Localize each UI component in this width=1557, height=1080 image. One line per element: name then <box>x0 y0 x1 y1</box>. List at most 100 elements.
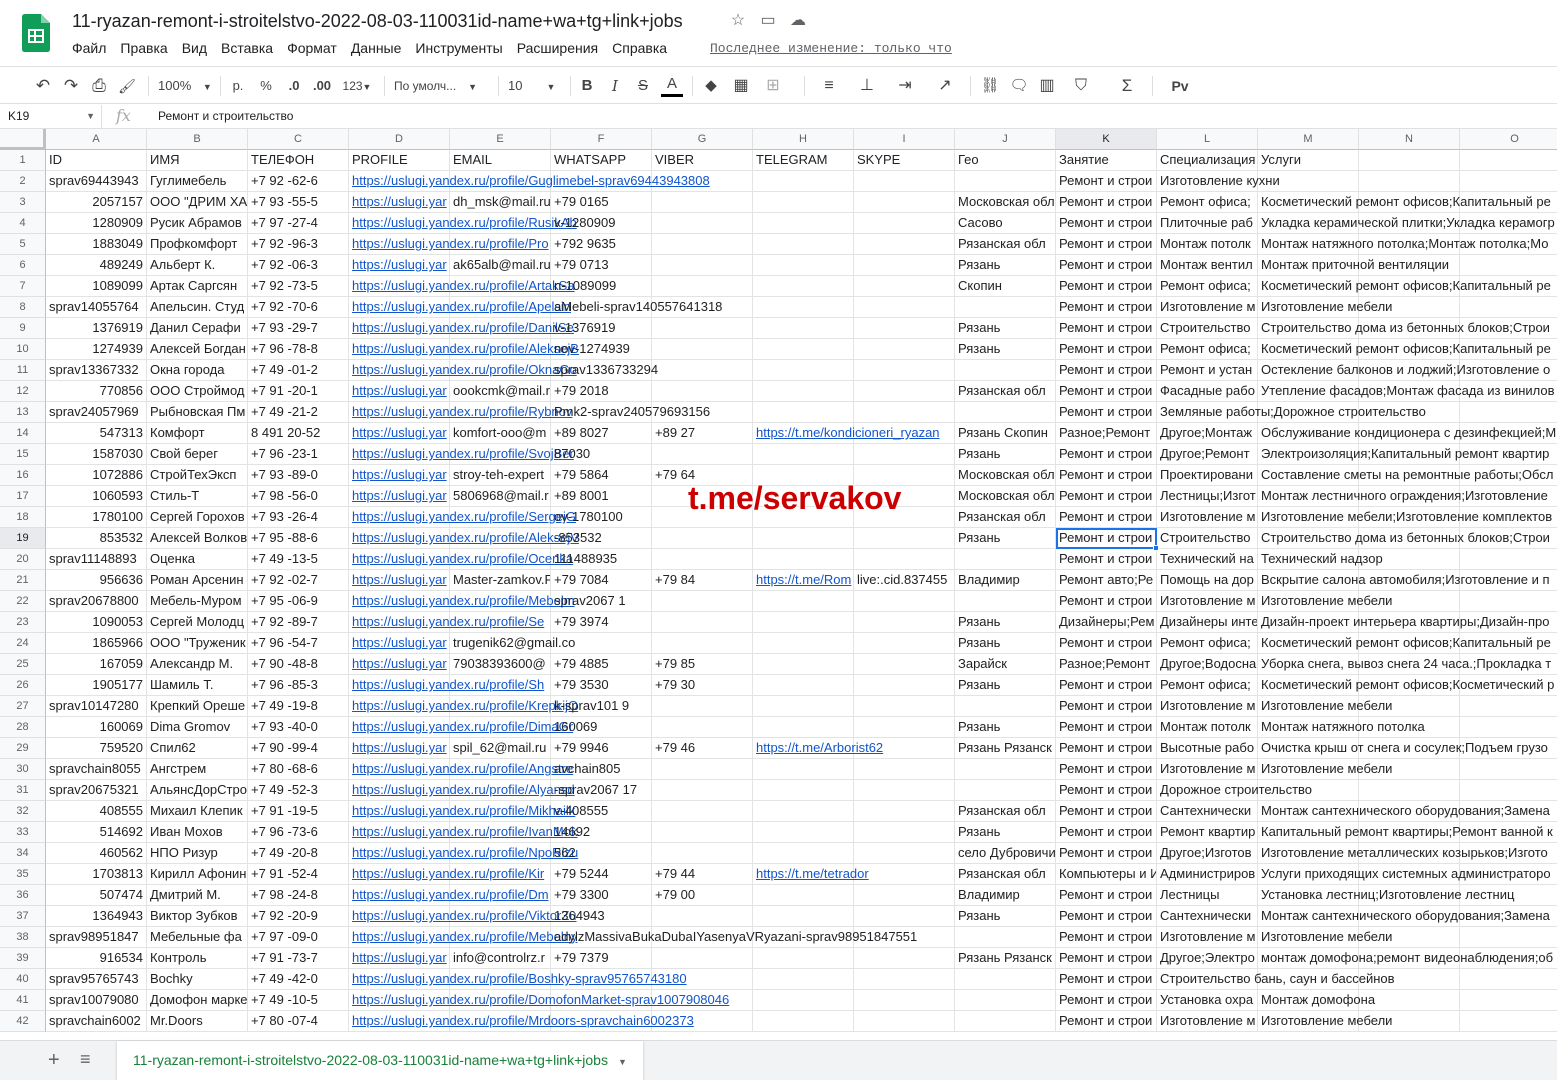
cell-m20[interactable]: Технический надзор <box>1258 549 1383 570</box>
cell-b20[interactable]: Оценка <box>147 549 248 570</box>
row-header[interactable]: 20 <box>0 549 46 570</box>
cell-j42[interactable] <box>955 1011 1056 1032</box>
cell-f6[interactable]: +79 0713 <box>551 255 652 276</box>
cell-i32[interactable] <box>854 801 955 822</box>
menu-data[interactable]: Данные <box>351 40 402 58</box>
cell-k38[interactable]: Ремонт и строи <box>1056 927 1157 948</box>
cell-l27[interactable]: Изготовление м <box>1157 696 1258 717</box>
cell-j41[interactable] <box>955 990 1056 1011</box>
cell-g32[interactable] <box>652 801 753 822</box>
cell-b26[interactable]: Шамиль Т. <box>147 675 248 696</box>
cell-j3[interactable]: Московская обл <box>955 192 1056 213</box>
cell-d14[interactable]: https://uslugi.yar <box>349 423 450 444</box>
percent-button[interactable]: % <box>256 75 276 97</box>
cell-m11[interactable]: Остекление балконов и лоджий;Изготовлени… <box>1258 360 1550 381</box>
cell-k31[interactable]: Ремонт и строи <box>1056 780 1157 801</box>
cell-c22[interactable]: +7 95 -06-9 <box>248 591 349 612</box>
cell-a22[interactable]: sprav20678800 <box>46 591 147 612</box>
cell-g30[interactable] <box>652 759 753 780</box>
cell-f31[interactable]: -sprav2067 17 <box>551 780 652 801</box>
cell-h1[interactable]: TELEGRAM <box>753 150 854 171</box>
row-header[interactable]: 18 <box>0 507 46 528</box>
cell-d29[interactable]: https://uslugi.yar <box>349 738 450 759</box>
cell-m32[interactable]: Монтаж сантехнического оборудования;Заме… <box>1258 801 1550 822</box>
bold-button[interactable]: B <box>577 75 597 97</box>
cell-k40[interactable]: Ремонт и строи <box>1056 969 1157 990</box>
cell-a36[interactable]: 507474 <box>46 885 147 906</box>
cell-k25[interactable]: Разное;Ремонт <box>1056 654 1157 675</box>
cell-i12[interactable] <box>854 381 955 402</box>
cell-j39[interactable]: Рязань Рязанск <box>955 948 1056 969</box>
cell-h19[interactable] <box>753 528 854 549</box>
star-icon[interactable]: ☆ <box>728 11 748 31</box>
row-header[interactable]: 28 <box>0 717 46 738</box>
column-header-d[interactable]: D <box>349 129 450 150</box>
cell-b5[interactable]: Профкомфорт <box>147 234 248 255</box>
cell-b7[interactable]: Артак Саргсян <box>147 276 248 297</box>
cell-j37[interactable]: Рязань <box>955 906 1056 927</box>
row-header[interactable]: 26 <box>0 675 46 696</box>
decrease-decimals-button[interactable]: .0 <box>282 75 306 97</box>
cell-b2[interactable]: Гуглимебель <box>147 171 248 192</box>
cell-c42[interactable]: +7 80 -07-4 <box>248 1011 349 1032</box>
cell-d32[interactable]: https://uslugi.yandex.ru/profile/Mikhail… <box>349 801 575 822</box>
column-header-m[interactable]: M <box>1258 129 1359 150</box>
cell-a19[interactable]: 853532 <box>46 528 147 549</box>
cell-h10[interactable] <box>753 339 854 360</box>
cell-l13[interactable]: Земляные работы;Дорожное строительство <box>1157 402 1426 423</box>
cell-h20[interactable] <box>753 549 854 570</box>
cell-c37[interactable]: +7 92 -20-9 <box>248 906 349 927</box>
cell-j17[interactable]: Московская обл <box>955 486 1056 507</box>
cell-h28[interactable] <box>753 717 854 738</box>
fill-handle[interactable] <box>1153 545 1159 551</box>
row-header[interactable]: 6 <box>0 255 46 276</box>
cell-c14[interactable]: 8 491 20-52 <box>248 423 349 444</box>
borders-icon[interactable]: ▦ <box>730 75 752 97</box>
cell-b32[interactable]: Михаил Клепик <box>147 801 248 822</box>
cell-j25[interactable]: Зарайск <box>955 654 1056 675</box>
cell-b24[interactable]: ООО "Труженик <box>147 633 248 654</box>
horizontal-align-icon[interactable]: ≡ <box>814 75 844 97</box>
cell-b3[interactable]: ООО "ДРИМ ХА <box>147 192 248 213</box>
cell-m5[interactable]: Монтаж натяжного потолка;Монтаж потолка;… <box>1258 234 1548 255</box>
cell-i13[interactable] <box>854 402 955 423</box>
cell-k36[interactable]: Ремонт и строи <box>1056 885 1157 906</box>
cell-k2[interactable]: Ремонт и строи <box>1056 171 1157 192</box>
cell-d8[interactable]: https://uslugi.yandex.ru/profile/Apelsin <box>349 297 571 318</box>
cell-g7[interactable] <box>652 276 753 297</box>
cell-o13[interactable] <box>1460 402 1557 423</box>
cell-m18[interactable]: Изготовление мебели;Изготовление комплек… <box>1258 507 1552 528</box>
cell-c15[interactable]: +7 96 -23-1 <box>248 444 349 465</box>
cell-k13[interactable]: Ремонт и строи <box>1056 402 1157 423</box>
cell-j28[interactable]: Рязань <box>955 717 1056 738</box>
cell-d33[interactable]: https://uslugi.yandex.ru/profile/IvanMok <box>349 822 577 843</box>
cell-c25[interactable]: +7 90 -48-8 <box>248 654 349 675</box>
font-size-select[interactable]: 10 ▼ <box>508 75 562 97</box>
name-box[interactable]: K19 ▼ <box>0 105 102 129</box>
cell-o41[interactable] <box>1460 990 1557 1011</box>
select-all-corner[interactable] <box>0 129 46 150</box>
cell-a41[interactable]: sprav10079080 <box>46 990 147 1011</box>
cell-m28[interactable]: Монтаж натяжного потолка <box>1258 717 1425 738</box>
cell-c3[interactable]: +7 93 -55-5 <box>248 192 349 213</box>
cell-b18[interactable]: Сергей Горохов <box>147 507 248 528</box>
cell-k15[interactable]: Ремонт и строи <box>1056 444 1157 465</box>
cell-k8[interactable]: Ремонт и строи <box>1056 297 1157 318</box>
cell-c28[interactable]: +7 93 -40-0 <box>248 717 349 738</box>
cell-l7[interactable]: Ремонт офиса; <box>1157 276 1258 297</box>
cell-b39[interactable]: Контроль <box>147 948 248 969</box>
cell-b22[interactable]: Мебель-Муром <box>147 591 248 612</box>
cell-j2[interactable] <box>955 171 1056 192</box>
cell-o2[interactable] <box>1460 171 1557 192</box>
cell-f25[interactable]: +79 4885 <box>551 654 652 675</box>
cell-i31[interactable] <box>854 780 955 801</box>
cell-f11[interactable]: sprav1336733294 <box>551 360 658 381</box>
cell-f5[interactable]: +792 9635 <box>551 234 652 255</box>
cell-f34[interactable]: 562 <box>551 843 652 864</box>
cell-l39[interactable]: Другое;Электро <box>1157 948 1258 969</box>
cell-g25[interactable]: +79 85 <box>652 654 753 675</box>
cell-e12[interactable]: oookcmk@mail.r <box>450 381 551 402</box>
cell-f13[interactable]: Pmk2-sprav240579693156 <box>551 402 710 423</box>
cell-l10[interactable]: Ремонт офиса; <box>1157 339 1258 360</box>
cell-a5[interactable]: 1883049 <box>46 234 147 255</box>
